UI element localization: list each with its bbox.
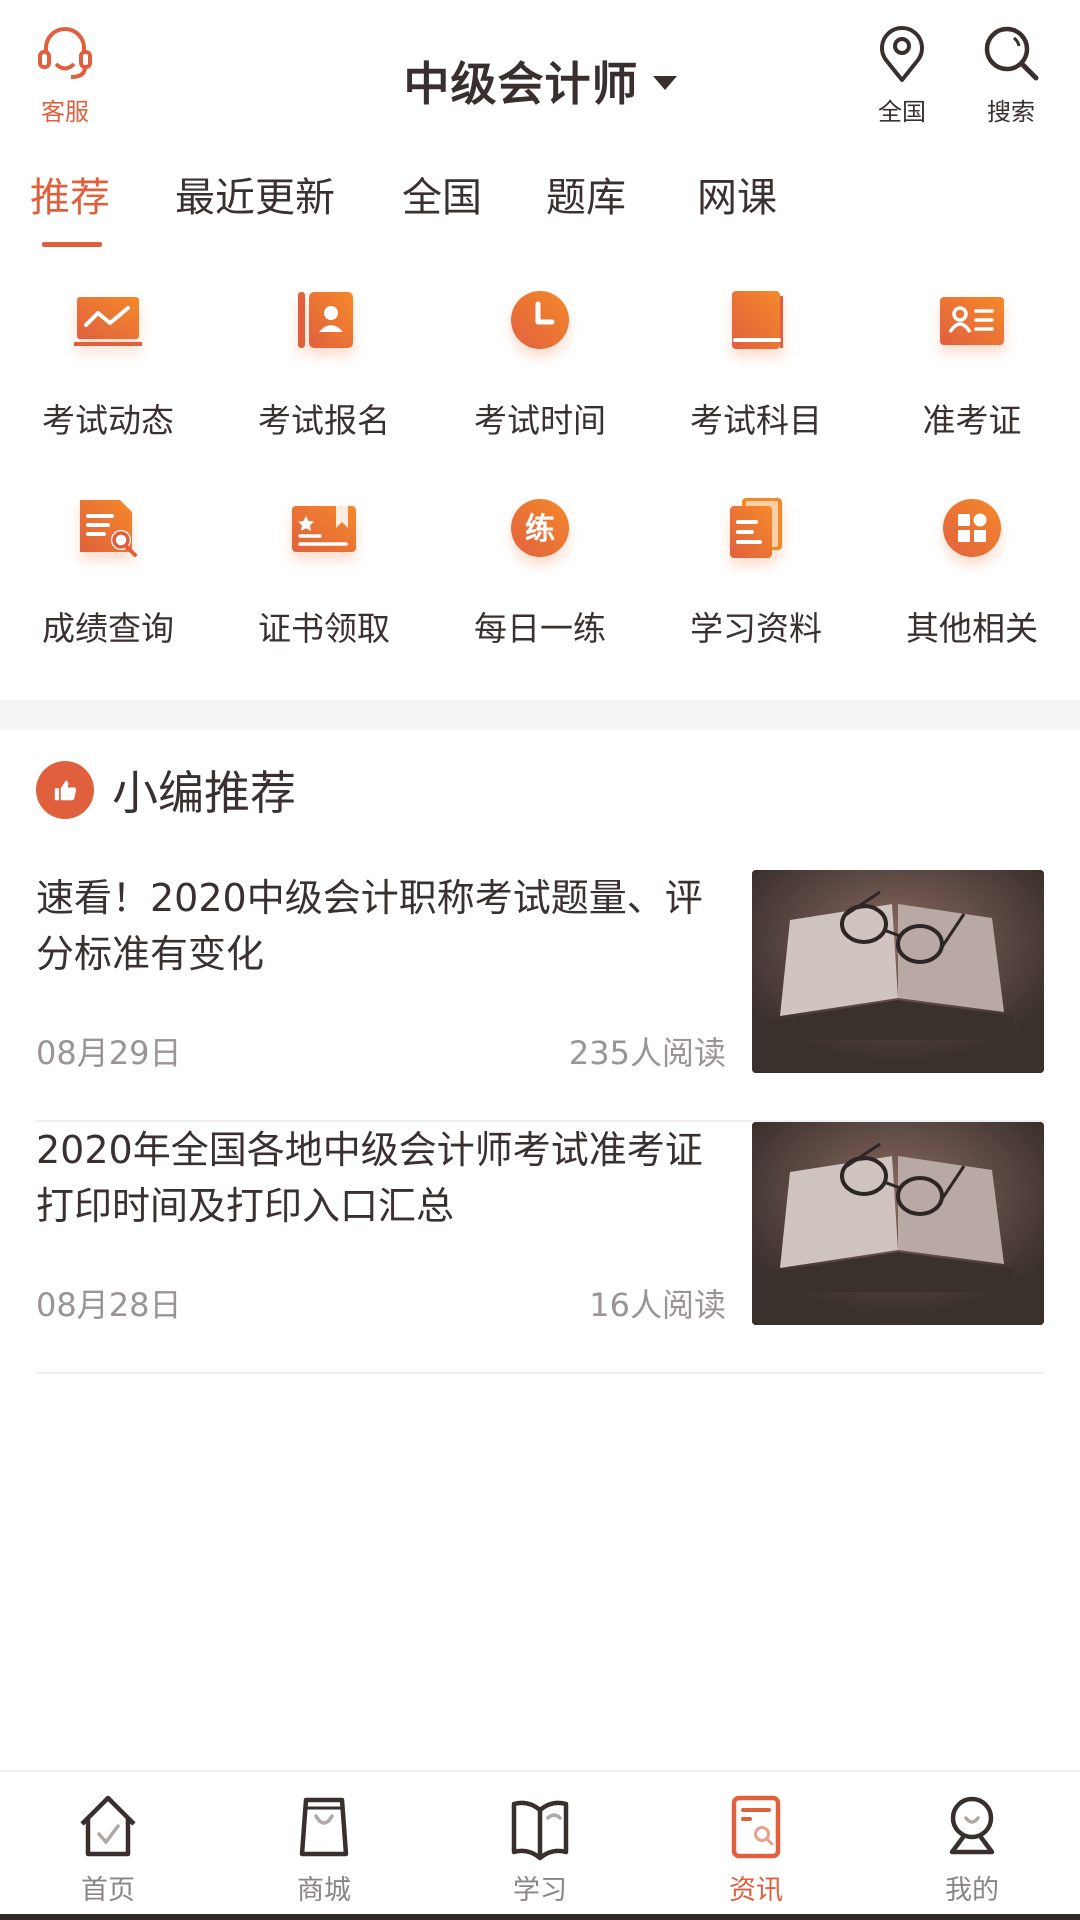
grid-item-daily-practice[interactable]: 练 每日一练 — [432, 488, 648, 688]
grid-label: 学习资料 — [690, 609, 822, 648]
grid-item-other[interactable]: 其他相关 — [864, 488, 1080, 688]
grid-item-study-materials[interactable]: 学习资料 — [648, 488, 864, 688]
location-button[interactable]: 全国 — [852, 20, 952, 130]
system-navigation-bar — [0, 1914, 1080, 1920]
search-button[interactable]: 搜索 — [961, 20, 1061, 130]
tab-question-bank[interactable]: 题库 — [546, 168, 626, 228]
tab-recommended[interactable]: 推荐 — [30, 168, 110, 228]
grid-label: 考试科目 — [690, 401, 822, 440]
thumbs-up-icon — [36, 761, 94, 819]
document-search-icon — [80, 500, 137, 557]
profile-icon — [949, 1796, 995, 1855]
grid-label: 准考证 — [922, 401, 1022, 440]
grid-label: 其他相关 — [906, 609, 1038, 648]
page-title: 中级会计师 — [403, 57, 639, 111]
grid-item-exam-news[interactable]: 考试动态 — [0, 280, 216, 480]
active-tab-indicator — [42, 242, 102, 247]
article-date: 08月28日 — [36, 1286, 182, 1324]
home-icon — [80, 1795, 136, 1857]
open-book-icon — [511, 1800, 569, 1861]
grid-item-exam-subjects[interactable]: 考试科目 — [648, 280, 864, 480]
trend-chart-icon — [74, 297, 142, 346]
nav-label: 我的 — [945, 1875, 999, 1906]
bottom-nav: 首页 商城 学习 资讯 我的 — [0, 1770, 1080, 1914]
book-icon — [732, 291, 783, 349]
grid-item-certificate[interactable]: 证书领取 — [216, 488, 432, 688]
nav-home[interactable]: 首页 — [0, 1790, 216, 1907]
nav-label: 学习 — [513, 1875, 567, 1906]
shopping-bag-icon — [299, 1797, 349, 1857]
article-item[interactable]: 2020年全国各地中级会计师考试准考证打印时间及打印入口汇总 08月28日 16… — [36, 1122, 1044, 1374]
header: 客服 中级会计师 全国 搜索 — [0, 0, 1080, 140]
grid-item-admission-ticket[interactable]: 准考证 — [864, 280, 1080, 480]
nav-label: 首页 — [81, 1875, 135, 1906]
location-pin-icon — [880, 26, 924, 82]
documents-icon — [730, 498, 782, 558]
tab-recent-updates[interactable]: 最近更新 — [175, 168, 335, 228]
caret-down-icon — [652, 76, 677, 90]
article-read-count: 235人阅读 — [568, 1034, 726, 1072]
apps-icon — [943, 499, 1001, 557]
nav-profile[interactable]: 我的 — [864, 1790, 1080, 1907]
svg-text:练: 练 — [525, 512, 555, 547]
book-glasses-image — [752, 1122, 1044, 1325]
news-icon — [731, 1795, 781, 1859]
article-title: 2020年全国各地中级会计师考试准考证打印时间及打印入口汇总 — [36, 1128, 703, 1228]
clock-icon — [511, 291, 569, 349]
grid-label: 证书领取 — [258, 609, 390, 648]
section-title: 小编推荐 — [112, 766, 296, 820]
grid-item-registration[interactable]: 考试报名 — [216, 280, 432, 480]
nav-study[interactable]: 学习 — [432, 1790, 648, 1907]
editor-picks-header: 小编推荐 — [36, 760, 296, 820]
id-card-icon — [940, 297, 1004, 345]
tab-nationwide[interactable]: 全国 — [402, 168, 482, 228]
article-title: 速看！2020中级会计职称考试题量、评分标准有变化 — [36, 876, 703, 976]
grid-label: 考试时间 — [474, 401, 606, 440]
article-date: 08月29日 — [36, 1034, 182, 1072]
practice-icon: 练 — [511, 499, 569, 557]
search-label: 搜索 — [987, 98, 1035, 126]
grid-label: 成绩查询 — [42, 609, 174, 648]
grid-item-score-query[interactable]: 成绩查询 — [0, 488, 216, 688]
grid-label: 考试动态 — [42, 401, 174, 440]
grid-label: 考试报名 — [258, 401, 390, 440]
certificate-icon — [292, 506, 356, 552]
article-read-count: 16人阅读 — [589, 1286, 726, 1324]
grid-label: 每日一练 — [474, 609, 606, 648]
tab-online-courses[interactable]: 网课 — [697, 168, 777, 228]
article-thumbnail — [752, 870, 1044, 1073]
article-item[interactable]: 速看！2020中级会计职称考试题量、评分标准有变化 08月29日 235人阅读 — [36, 870, 1044, 1122]
search-icon — [984, 26, 1039, 81]
article-thumbnail — [752, 1122, 1044, 1325]
section-divider — [0, 700, 1080, 730]
nav-mall[interactable]: 商城 — [216, 1790, 432, 1907]
grid-item-exam-time[interactable]: 考试时间 — [432, 280, 648, 480]
nav-news[interactable]: 资讯 — [648, 1790, 864, 1907]
category-tabs: 推荐 最近更新 全国 题库 网课 — [0, 168, 1080, 258]
location-label: 全国 — [878, 98, 926, 126]
book-glasses-image — [752, 870, 1044, 1073]
nav-label: 资讯 — [729, 1875, 783, 1906]
contact-book-icon — [298, 292, 353, 348]
nav-label: 商城 — [297, 1875, 351, 1906]
